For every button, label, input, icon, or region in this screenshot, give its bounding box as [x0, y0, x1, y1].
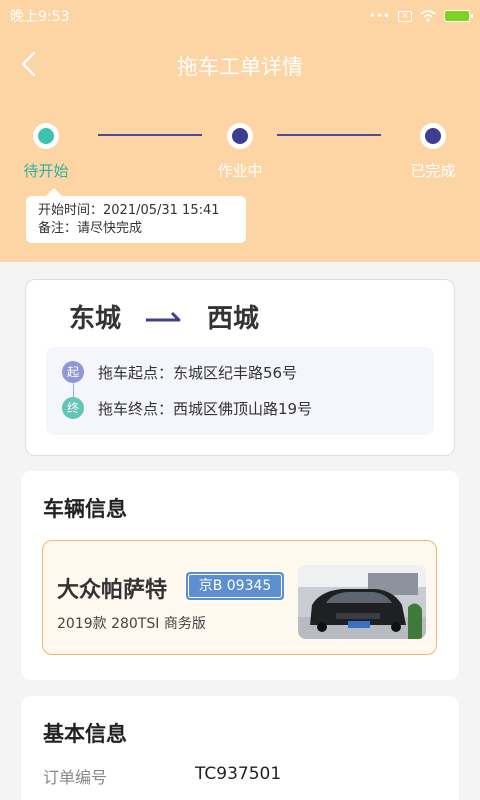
tooltip-start-time: 开始时间：2021/05/31 15:41 [38, 203, 220, 218]
step-dot-in-progress [227, 123, 253, 149]
basic-info-card: 基本信息 订单编号 TC937501 [21, 696, 459, 800]
to-city: 西城 [207, 304, 260, 334]
status-icons: ••• × [368, 9, 473, 23]
battery-icon [444, 10, 473, 22]
vehicle-section-title: 车辆信息 [43, 497, 127, 521]
step-tooltip: 开始时间：2021/05/31 15:41 备注：请尽快完成 [26, 188, 246, 243]
car-photo [298, 565, 426, 639]
step-label-pending-start: 待开始 [23, 162, 69, 180]
plate-number: 京B 09345 [188, 574, 282, 598]
route-detail-box: 起 拖车起点：东城区纪丰路56号 终 拖车终点：西城区佛顶山路19号 [46, 347, 434, 435]
step-dot-pending-start [33, 123, 59, 149]
step-dot-completed [420, 123, 446, 149]
order-number-row: 订单编号 TC937501 [43, 764, 281, 788]
route-cities: 东城 西城 [69, 298, 259, 335]
car-name: 大众帕萨特 [57, 578, 168, 603]
route-end-row: 终 拖车终点：西城区佛顶山路19号 [62, 397, 312, 419]
sim-icon: × [398, 10, 412, 22]
progress-steps: 待开始 作业中 已完成 [0, 118, 480, 188]
basic-section-title: 基本信息 [43, 722, 127, 746]
order-number-value: TC937501 [195, 764, 282, 784]
step-connector [277, 134, 381, 136]
order-number-label: 订单编号 [43, 768, 108, 787]
route-card: 东城 西城 起 拖车起点：东城区纪丰路56号 终 拖车终点：西城区佛顶山路19号 [25, 279, 455, 456]
status-bar: 晚上9:53 ••• × [0, 0, 480, 32]
status-time: 晚上9:53 [10, 9, 70, 25]
start-badge: 起 [62, 361, 84, 383]
step-label-in-progress: 作业中 [217, 162, 263, 180]
nav-bar: 拖车工单详情 [0, 38, 480, 90]
end-address: 拖车终点：西城区佛顶山路19号 [98, 399, 313, 418]
right-arrow-icon [146, 311, 181, 321]
vehicle-card: 车辆信息 大众帕萨特 京B 09345 2019款 280TSI 商务版 [21, 471, 459, 680]
wifi-icon [420, 10, 436, 22]
tooltip-remark: 备注：请尽快完成 [38, 221, 143, 236]
from-city: 东城 [69, 304, 122, 334]
end-badge: 终 [62, 397, 84, 419]
page-title: 拖车工单详情 [177, 55, 303, 79]
license-plate: 京B 09345 [186, 572, 284, 600]
vehicle-info-box[interactable]: 大众帕萨特 京B 09345 2019款 280TSI 商务版 [42, 540, 437, 655]
car-model: 2019款 280TSI 商务版 [57, 616, 206, 632]
step-connector [98, 134, 202, 136]
route-start-row: 起 拖车起点：东城区纪丰路56号 [62, 361, 297, 383]
start-address: 拖车起点：东城区纪丰路56号 [98, 363, 298, 382]
more-dots-icon: ••• [368, 9, 390, 23]
step-label-completed: 已完成 [410, 162, 456, 180]
